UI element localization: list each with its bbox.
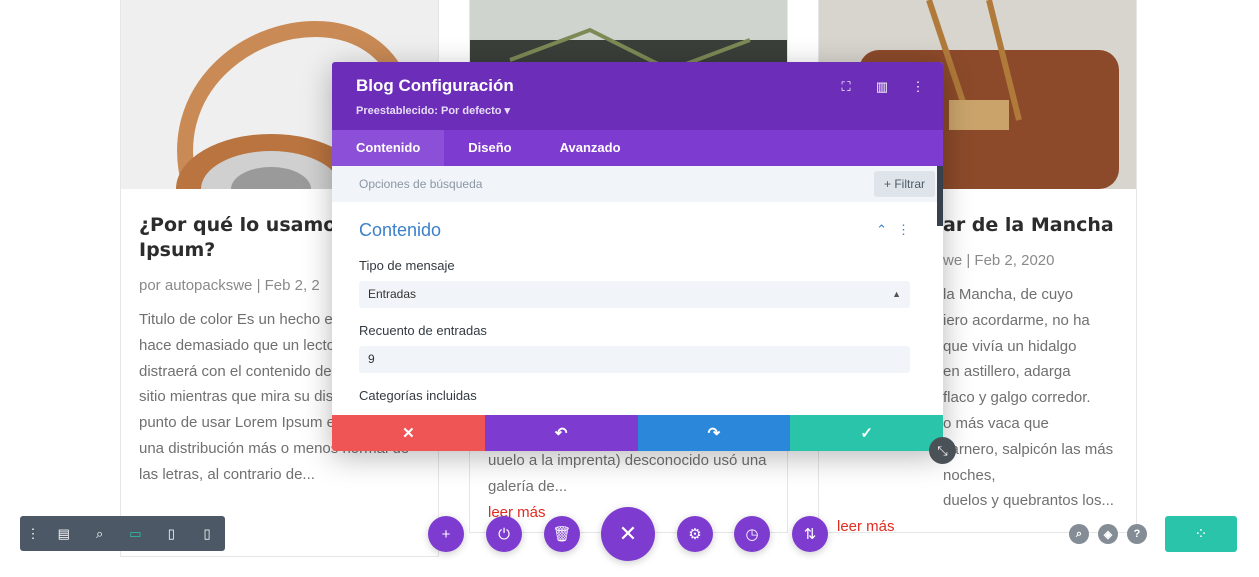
power-icon[interactable]: ⏻ — [486, 516, 522, 552]
close-icon: ✕ — [402, 425, 415, 442]
content-section-header[interactable]: Contenido ⌃ ⋮ — [359, 202, 910, 258]
settings-gear-icon[interactable]: ⚙ — [677, 516, 713, 552]
undo-button[interactable]: ↶ — [484, 415, 638, 451]
add-button[interactable]: + — [428, 516, 464, 552]
modal-scrollbar[interactable] — [937, 166, 943, 226]
check-icon: ✓ — [860, 425, 873, 442]
post-title[interactable]: ar de la Mancha — [943, 213, 1118, 238]
publish-loading-button[interactable]: ⁘ — [1165, 516, 1237, 552]
save-button[interactable]: ✓ — [790, 415, 943, 451]
post-type-value: Entradas — [368, 287, 417, 301]
preset-selector[interactable]: Preestablecido: Por defecto ▾ — [356, 104, 919, 117]
section-title: Contenido — [359, 219, 442, 240]
search-input[interactable]: Opciones de búsqueda — [359, 177, 482, 191]
options-search-bar: Opciones de búsqueda + Filtrar — [332, 166, 943, 202]
trash-icon[interactable]: 🗑 — [544, 516, 580, 552]
post-type-label: Tipo de mensaje — [359, 258, 455, 273]
redo-button[interactable]: ↷ — [637, 415, 791, 451]
post-meta: we | Feb 2, 2020 — [943, 252, 1055, 269]
portability-icon[interactable]: ⇅ — [792, 516, 828, 552]
tab-design[interactable]: Diseño — [444, 130, 535, 166]
post-type-select[interactable]: Entradas ▲ — [359, 281, 910, 308]
section-controls: ⌃ ⋮ — [876, 222, 910, 238]
tab-advanced[interactable]: Avanzado — [536, 130, 645, 166]
fullscreen-icon[interactable]: ⛶ — [839, 80, 853, 94]
tab-content[interactable]: Contenido — [332, 130, 445, 166]
help-icon[interactable]: ? — [1127, 524, 1147, 544]
close-builder-button[interactable]: ✕ — [601, 507, 655, 561]
content-panel: Contenido ⌃ ⋮ Tipo de mensaje Entradas ▲… — [332, 202, 943, 403]
select-arrows-icon: ▲ — [892, 289, 901, 299]
modal-tabs: Contenido Diseño Avanzado — [332, 130, 943, 166]
post-count-input[interactable]: 9 — [359, 346, 910, 373]
discard-button[interactable]: ✕ — [332, 415, 485, 451]
post-excerpt: uuelo a la imprenta) desconocido usó una… — [488, 452, 767, 495]
modal-title: Blog Configuración — [356, 76, 514, 95]
chevron-up-icon[interactable]: ⌃ — [876, 222, 887, 238]
modal-action-bar: ✕ ↶ ↷ ✓ — [332, 415, 943, 451]
search-icon[interactable]: ⌕ — [1069, 524, 1089, 544]
blog-settings-modal: Blog Configuración Preestablecido: Por d… — [332, 62, 943, 451]
wireframe-icon[interactable]: ▤ — [46, 516, 82, 551]
phone-view-icon[interactable]: ▯ — [189, 516, 225, 551]
layers-icon[interactable]: ◈ — [1098, 524, 1118, 544]
desktop-view-icon[interactable]: ▭ — [118, 516, 154, 551]
modal-header-icons: ⛶ ▥ ⋮ — [839, 80, 925, 94]
tablet-view-icon[interactable]: ▯ — [153, 516, 189, 551]
view-mode-toolbar: ⋮ ▤ ⌕ ▭ ▯ ▯ — [20, 516, 225, 551]
post-count-label: Recuento de entradas — [359, 323, 487, 338]
split-view-icon[interactable]: ▥ — [875, 80, 889, 94]
undo-icon: ↶ — [554, 425, 568, 442]
section-menu-icon[interactable]: ⋮ — [897, 222, 910, 238]
filter-button[interactable]: + Filtrar — [873, 171, 935, 197]
toolbar-menu-icon[interactable]: ⋮ — [20, 516, 46, 551]
zoom-icon[interactable]: ⌕ — [82, 516, 118, 551]
modal-header[interactable]: Blog Configuración Preestablecido: Por d… — [332, 62, 943, 130]
more-options-icon[interactable]: ⋮ — [911, 80, 925, 94]
categories-label: Categorías incluidas — [359, 388, 477, 403]
redo-icon: ↷ — [707, 425, 721, 442]
resize-handle-icon[interactable]: ⤡ — [929, 437, 956, 464]
history-icon[interactable]: ◷ — [734, 516, 770, 552]
page: ¿Por qué lo usamo Ipsum? por autopackswe… — [0, 0, 1259, 577]
